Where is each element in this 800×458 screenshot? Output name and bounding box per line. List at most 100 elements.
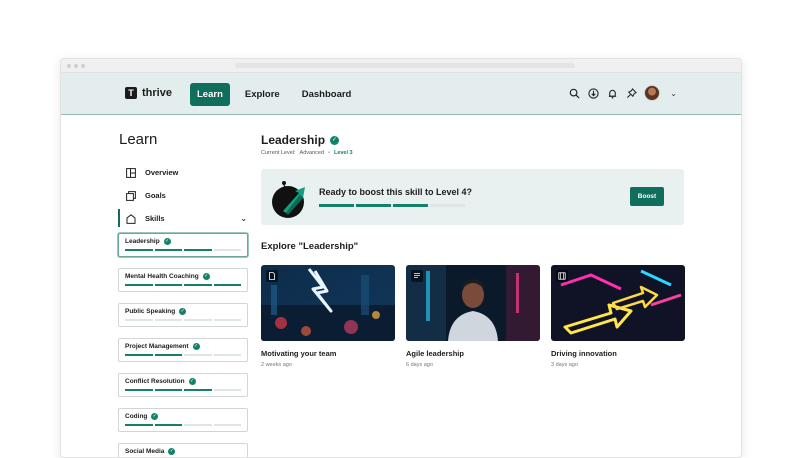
skill-name: Coding [125, 413, 148, 420]
sidebar-item-goals[interactable]: Goals [119, 184, 249, 207]
separator-dot: • [328, 150, 330, 156]
skill-card[interactable]: Mental Health Coaching ✓ [118, 268, 248, 292]
progress-segment [356, 204, 391, 207]
window-dot [81, 64, 85, 68]
card-thumbnail[interactable] [551, 265, 685, 341]
document-icon [266, 270, 278, 282]
skill-progress-bar [125, 249, 241, 251]
download-icon[interactable] [587, 87, 599, 99]
check-icon: ✓ [163, 238, 171, 245]
top-navigation: T thrive Learn Explore Dashboard ⌄ [61, 73, 741, 115]
card-thumbnail[interactable] [261, 265, 395, 341]
check-icon: ✓ [192, 343, 200, 350]
current-level-label: Current Level: [261, 150, 296, 156]
tab-learn[interactable]: Learn [190, 83, 230, 106]
boost-banner: Ready to boost this skill to Level 4? Bo… [261, 169, 684, 225]
sidebar-item-label: Skills [145, 214, 165, 223]
browser-chrome [61, 59, 741, 73]
progress-segment [125, 424, 153, 426]
article-icon [411, 270, 423, 282]
progress-segment [125, 354, 153, 356]
skill-row: Conflict Resolution ✓ [125, 378, 241, 385]
check-icon: ✓ [151, 413, 159, 420]
card-date: 3 days ago [551, 362, 578, 368]
boost-progress-bar [319, 204, 465, 207]
card-title[interactable]: Motivating your team [261, 349, 395, 358]
progress-segment [154, 424, 182, 426]
skill-name: Leadership [125, 238, 160, 245]
chevron-down-icon[interactable]: ⌄ [670, 89, 677, 98]
progress-segment [213, 389, 241, 391]
progress-segment [184, 284, 212, 286]
check-icon: ✓ [179, 308, 187, 315]
check-icon: ✓ [330, 135, 340, 145]
browser-window: T thrive Learn Explore Dashboard ⌄ Learn [60, 58, 742, 458]
chevron-down-icon[interactable]: ⌄ [240, 214, 247, 223]
content-card[interactable]: Agile leadership 6 days ago [406, 265, 540, 368]
progress-segment [393, 204, 428, 207]
skill-name: Project Management [125, 343, 189, 350]
overview-icon [125, 167, 137, 179]
card-title[interactable]: Driving innovation [551, 349, 685, 358]
skill-progress-bar [125, 424, 241, 426]
card-date: 2 weeks ago [261, 362, 292, 368]
skill-name: Conflict Resolution [125, 378, 185, 385]
progress-segment [430, 204, 465, 207]
url-bar[interactable] [235, 63, 575, 68]
skill-card[interactable]: Project Management ✓ [118, 338, 248, 362]
check-icon: ✓ [202, 273, 210, 280]
card-date: 6 days ago [406, 362, 433, 368]
logo-text: thrive [142, 87, 172, 99]
page-title: Learn [119, 131, 158, 148]
sidebar-item-label: Goals [145, 191, 166, 200]
logo[interactable]: T thrive [125, 87, 172, 99]
card-title[interactable]: Agile leadership [406, 349, 540, 358]
progress-segment [213, 284, 241, 286]
progress-segment [184, 389, 212, 391]
skill-progress-bar [125, 354, 241, 356]
tab-explore[interactable]: Explore [238, 83, 287, 106]
skill-row: Leadership ✓ [125, 238, 241, 245]
skill-card[interactable]: Conflict Resolution ✓ [118, 373, 248, 397]
boost-button[interactable]: Boost [630, 187, 664, 206]
skill-progress-bar [125, 284, 241, 286]
current-level-value: Advanced [299, 150, 325, 156]
content-card[interactable]: Driving innovation 3 days ago [551, 265, 685, 368]
window-dot [67, 64, 71, 68]
bell-icon[interactable] [606, 87, 618, 99]
skill-row: Public Speaking ✓ [125, 308, 241, 315]
progress-segment [184, 424, 212, 426]
progress-segment [319, 204, 354, 207]
skill-row: Coding ✓ [125, 413, 241, 420]
progress-segment [154, 249, 182, 251]
skill-card[interactable]: Coding ✓ [118, 408, 248, 432]
skill-name: Social Media [125, 448, 165, 455]
skill-card[interactable]: Leadership ✓ [118, 233, 248, 257]
avatar[interactable] [644, 85, 661, 101]
skill-row: Mental Health Coaching ✓ [125, 273, 241, 280]
content-card[interactable]: Motivating your team 2 weeks ago [261, 265, 395, 368]
pin-icon[interactable] [625, 87, 637, 99]
search-icon[interactable] [568, 87, 580, 99]
progress-segment [213, 249, 241, 251]
progress-segment [125, 389, 153, 391]
skill-card[interactable]: Social Media ✓ [118, 443, 248, 457]
card-thumbnail[interactable] [406, 265, 540, 341]
tab-dashboard[interactable]: Dashboard [295, 83, 359, 106]
nav-actions: ⌄ [568, 85, 677, 101]
progress-segment [213, 319, 241, 321]
skill-card[interactable]: Public Speaking ✓ [118, 303, 248, 327]
check-icon: ✓ [168, 448, 176, 455]
progress-segment [213, 424, 241, 426]
boost-message: Ready to boost this skill to Level 4? [319, 187, 473, 197]
progress-segment [154, 389, 182, 391]
skills-icon [125, 213, 137, 225]
progress-segment [125, 284, 153, 286]
skill-progress-bar [125, 389, 241, 391]
level-badge: Level 3 [333, 150, 353, 156]
skill-name: Public Speaking [125, 308, 176, 315]
sidebar-item-overview[interactable]: Overview [119, 161, 249, 184]
skill-row: Social Media ✓ [125, 448, 241, 455]
skill-title-text: Leadership [261, 133, 326, 147]
sidebar-item-skills[interactable]: Skills ⌄ [118, 207, 249, 230]
